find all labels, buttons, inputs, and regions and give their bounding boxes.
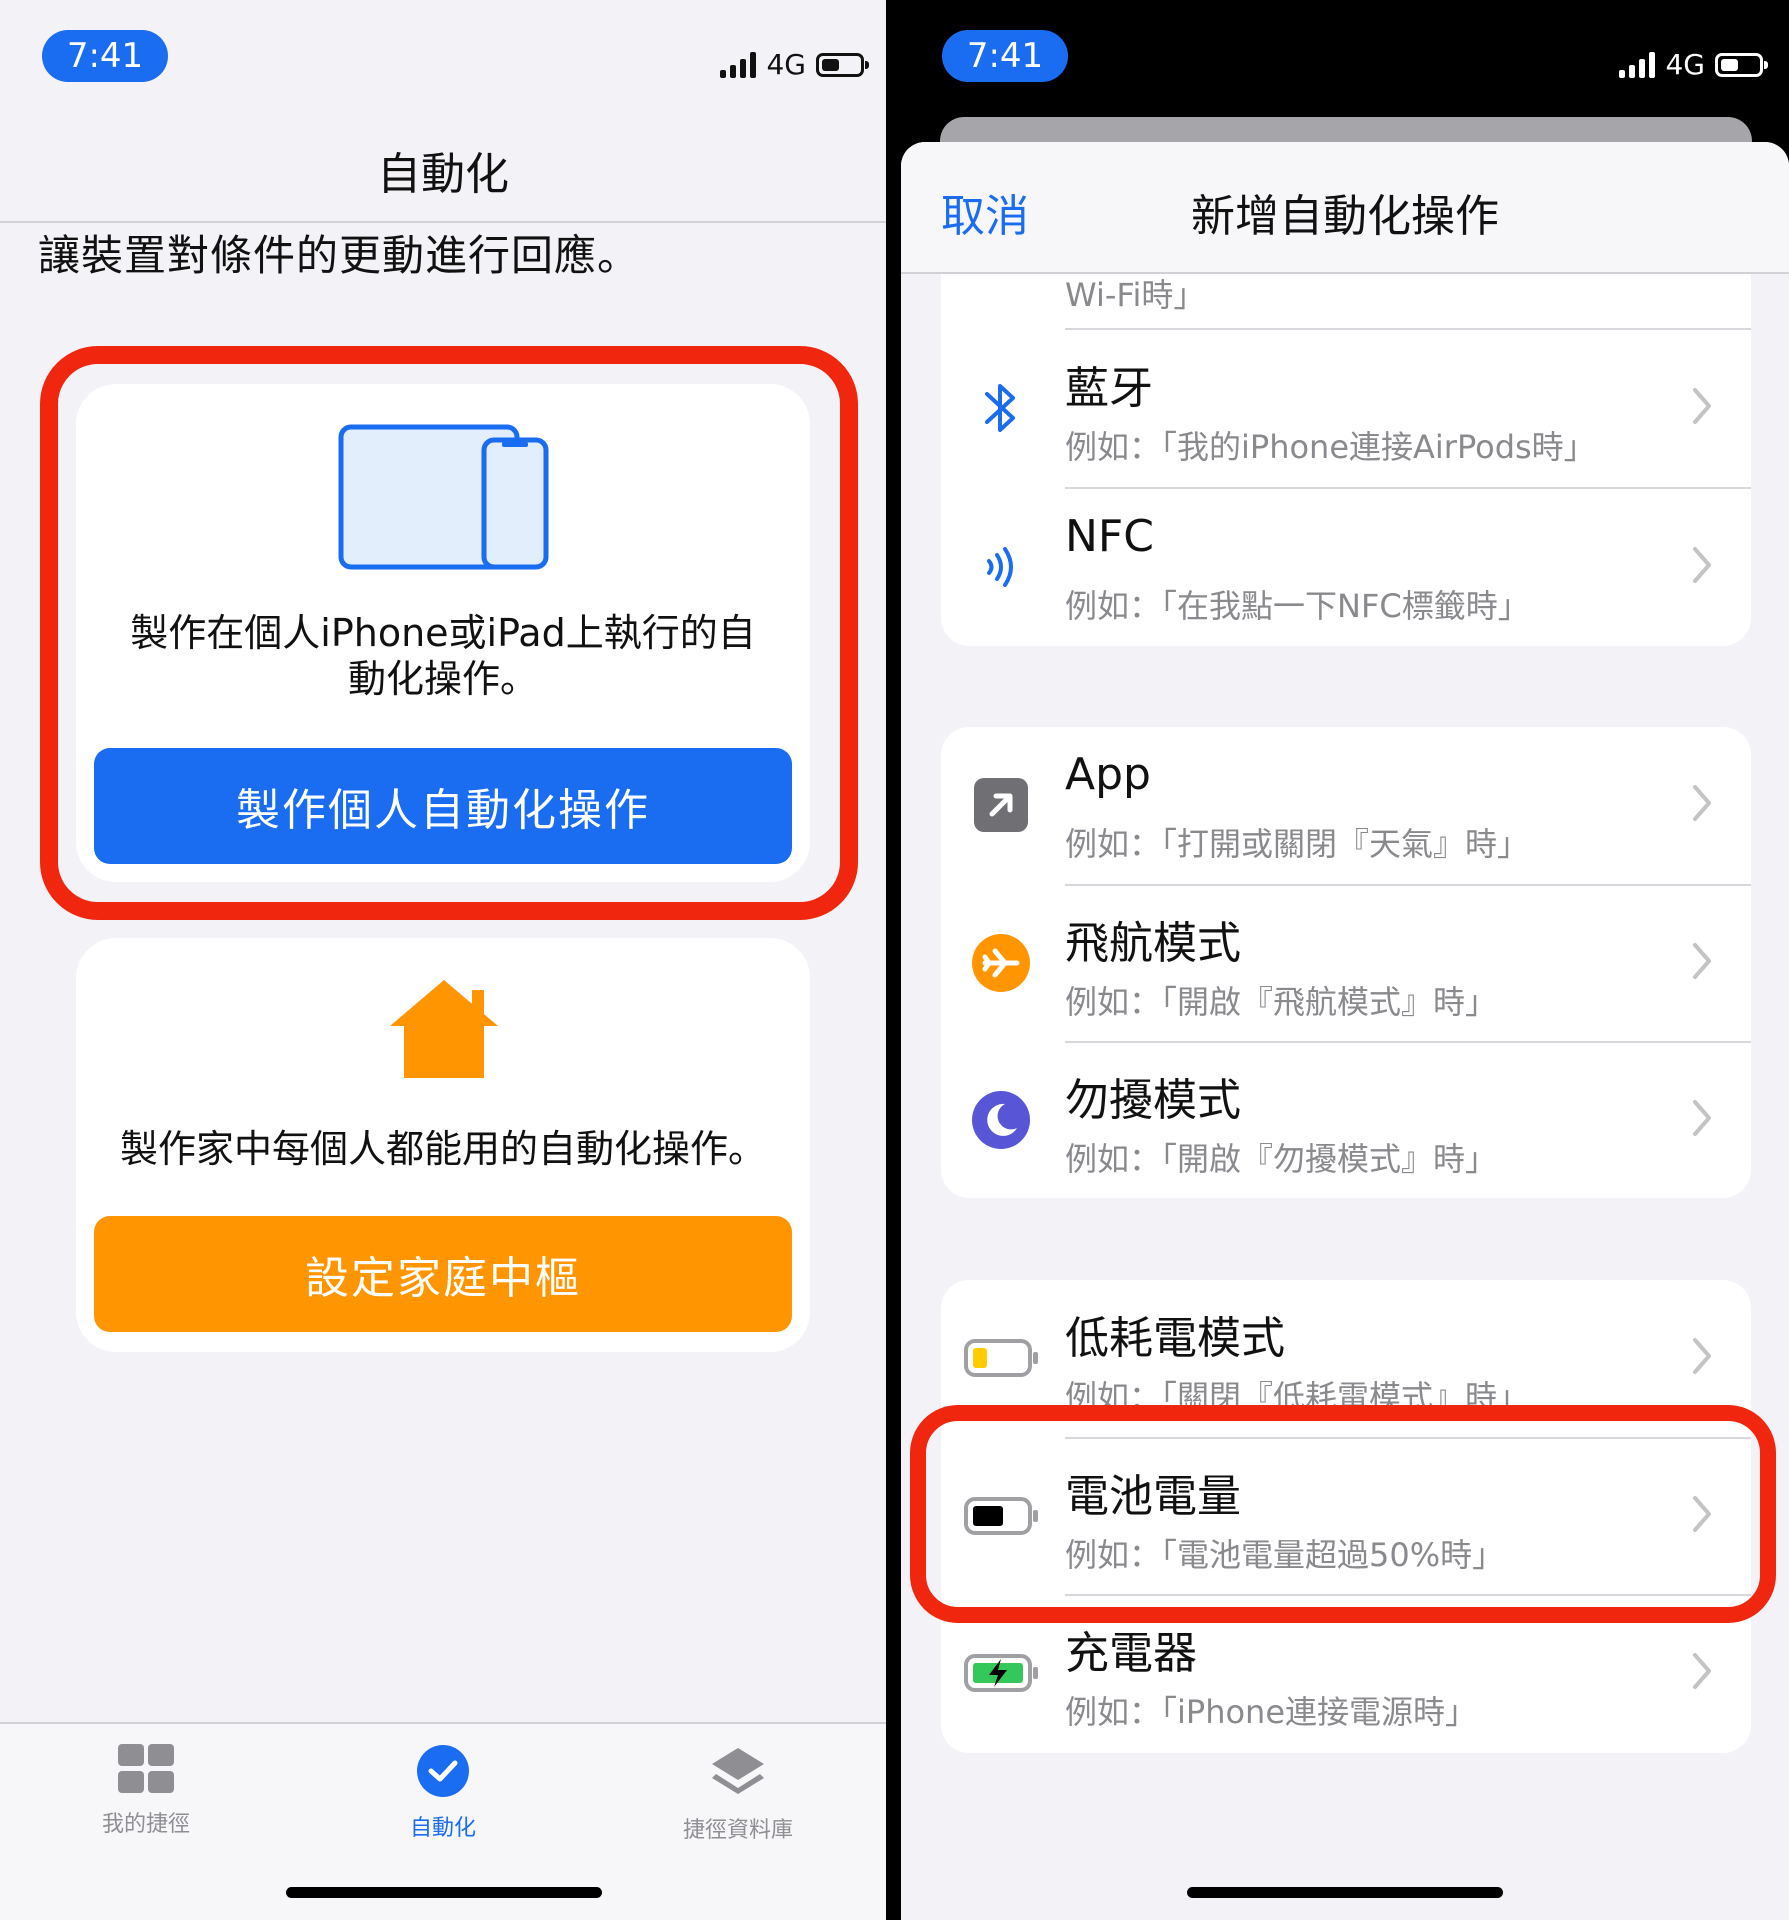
home-automation-card: 製作家中每個人都能用的自動化操作。 設定家庭中樞	[76, 938, 810, 1352]
row-title: 充電器	[1065, 1628, 1197, 1679]
home-indicator	[286, 1887, 602, 1898]
row-title: 勿擾模式	[1065, 1075, 1241, 1126]
row-subtitle: 例如：「在我點一下NFC標籤時」	[1065, 587, 1530, 625]
trigger-row-bluetooth[interactable]: 藍牙 例如：「我的iPhone連接AirPods時」	[941, 330, 1751, 487]
row-title: 飛航模式	[1065, 918, 1241, 969]
tab-my-shortcuts[interactable]: 我的捷徑	[46, 1744, 246, 1838]
tab-label-automation: 自動化	[409, 1816, 476, 1841]
wifi-row-partial-subtitle: Wi-Fi時」	[1065, 276, 1206, 314]
chevron-right-icon	[1693, 1100, 1711, 1136]
tab-gallery[interactable]: 捷徑資料庫	[638, 1744, 838, 1844]
chevron-right-icon	[1693, 943, 1711, 979]
chevron-right-icon	[1693, 1338, 1711, 1374]
page-subtitle: 讓裝置對條件的更動進行回應。	[38, 231, 641, 280]
low-battery-icon	[963, 1328, 1039, 1388]
page-title: 自動化	[377, 149, 509, 200]
trigger-row-nfc[interactable]: NFC 例如：「在我點一下NFC標籤時」	[941, 489, 1751, 646]
chevron-right-icon	[1693, 1653, 1711, 1689]
tab-automation[interactable]: 自動化	[343, 1744, 543, 1842]
row-title: NFC	[1065, 511, 1154, 562]
airplane-icon	[971, 933, 1031, 993]
sheet-header: 取消 新增自動化操作	[901, 142, 1789, 274]
app-arrow-icon	[971, 775, 1031, 835]
tab-label-my-shortcuts: 我的捷徑	[101, 1812, 190, 1837]
trigger-row-do-not-disturb[interactable]: 勿擾模式 例如：「開啟『勿擾模式』時」	[941, 1042, 1751, 1198]
add-automation-sheet: 取消 新增自動化操作 Wi-Fi時」 藍牙 例如：「我的iPhone連接AirP…	[901, 142, 1789, 1920]
grid-icon	[118, 1744, 174, 1793]
row-title: 低耗電模式	[1065, 1313, 1285, 1364]
status-indicators: 4G	[720, 48, 869, 81]
battery-status-icon	[816, 52, 869, 77]
sheet-title: 新增自動化操作	[1191, 191, 1499, 242]
right-screen: 7:41 4G 取消 新增自動化操作 Wi-Fi時」 藍牙 例如：「我的iPho…	[886, 0, 1789, 1920]
layers-icon	[712, 1748, 764, 1794]
cellular-signal-icon	[1619, 51, 1656, 78]
chevron-right-icon	[1693, 388, 1711, 424]
bluetooth-icon	[971, 378, 1031, 438]
highlight-outline-battery-level	[910, 1405, 1776, 1623]
network-type: 4G	[766, 48, 806, 81]
network-type-right: 4G	[1665, 48, 1705, 81]
moon-icon	[971, 1090, 1031, 1150]
row-subtitle: 例如：「iPhone連接電源時」	[1065, 1693, 1478, 1731]
row-subtitle: 例如：「打開或關閉『天氣』時」	[1065, 825, 1530, 863]
trigger-row-app[interactable]: App 例如：「打開或關閉『天氣』時」	[941, 727, 1751, 884]
left-screen: 7:41 4G 自動化 讓裝置對條件的更動進行回應。 製作在個人iPhone或i…	[0, 0, 886, 1920]
row-title: App	[1065, 749, 1151, 800]
row-title: 藍牙	[1065, 363, 1153, 414]
trigger-group-modes: App 例如：「打開或關閉『天氣』時」 飛航模式 例如：「開啟『飛航模式』時」 …	[941, 727, 1751, 1198]
charging-icon	[963, 1643, 1039, 1703]
chevron-right-icon	[1693, 547, 1711, 583]
status-time-right: 7:41	[942, 30, 1068, 82]
tab-label-gallery: 捷徑資料庫	[682, 1818, 793, 1843]
tab-bar: 我的捷徑 自動化 捷徑資料庫	[0, 1722, 886, 1920]
battery-status-icon	[1715, 52, 1768, 77]
cellular-signal-icon	[720, 51, 757, 78]
row-subtitle: 例如：「我的iPhone連接AirPods時」	[1065, 428, 1596, 466]
home-indicator-right	[1187, 1887, 1503, 1898]
chevron-right-icon	[1693, 785, 1711, 821]
nfc-icon	[971, 537, 1031, 597]
status-time: 7:41	[42, 30, 168, 82]
row-subtitle: 例如：「開啟『勿擾模式』時」	[1065, 1140, 1498, 1178]
trigger-group-connectivity: Wi-Fi時」 藍牙 例如：「我的iPhone連接AirPods時」 NFC 例…	[941, 246, 1751, 646]
status-indicators-right: 4G	[1619, 48, 1768, 81]
checkmark-circle-icon	[417, 1745, 469, 1797]
trigger-row-airplane-mode[interactable]: 飛航模式 例如：「開啟『飛航模式』時」	[941, 885, 1751, 1042]
highlight-outline-personal	[40, 346, 858, 920]
home-card-description: 製作家中每個人都能用的自動化操作。	[119, 1127, 766, 1171]
row-subtitle: 例如：「開啟『飛航模式』時」	[1065, 983, 1498, 1021]
house-icon	[390, 980, 498, 1078]
setup-home-hub-button[interactable]: 設定家庭中樞	[94, 1216, 792, 1332]
